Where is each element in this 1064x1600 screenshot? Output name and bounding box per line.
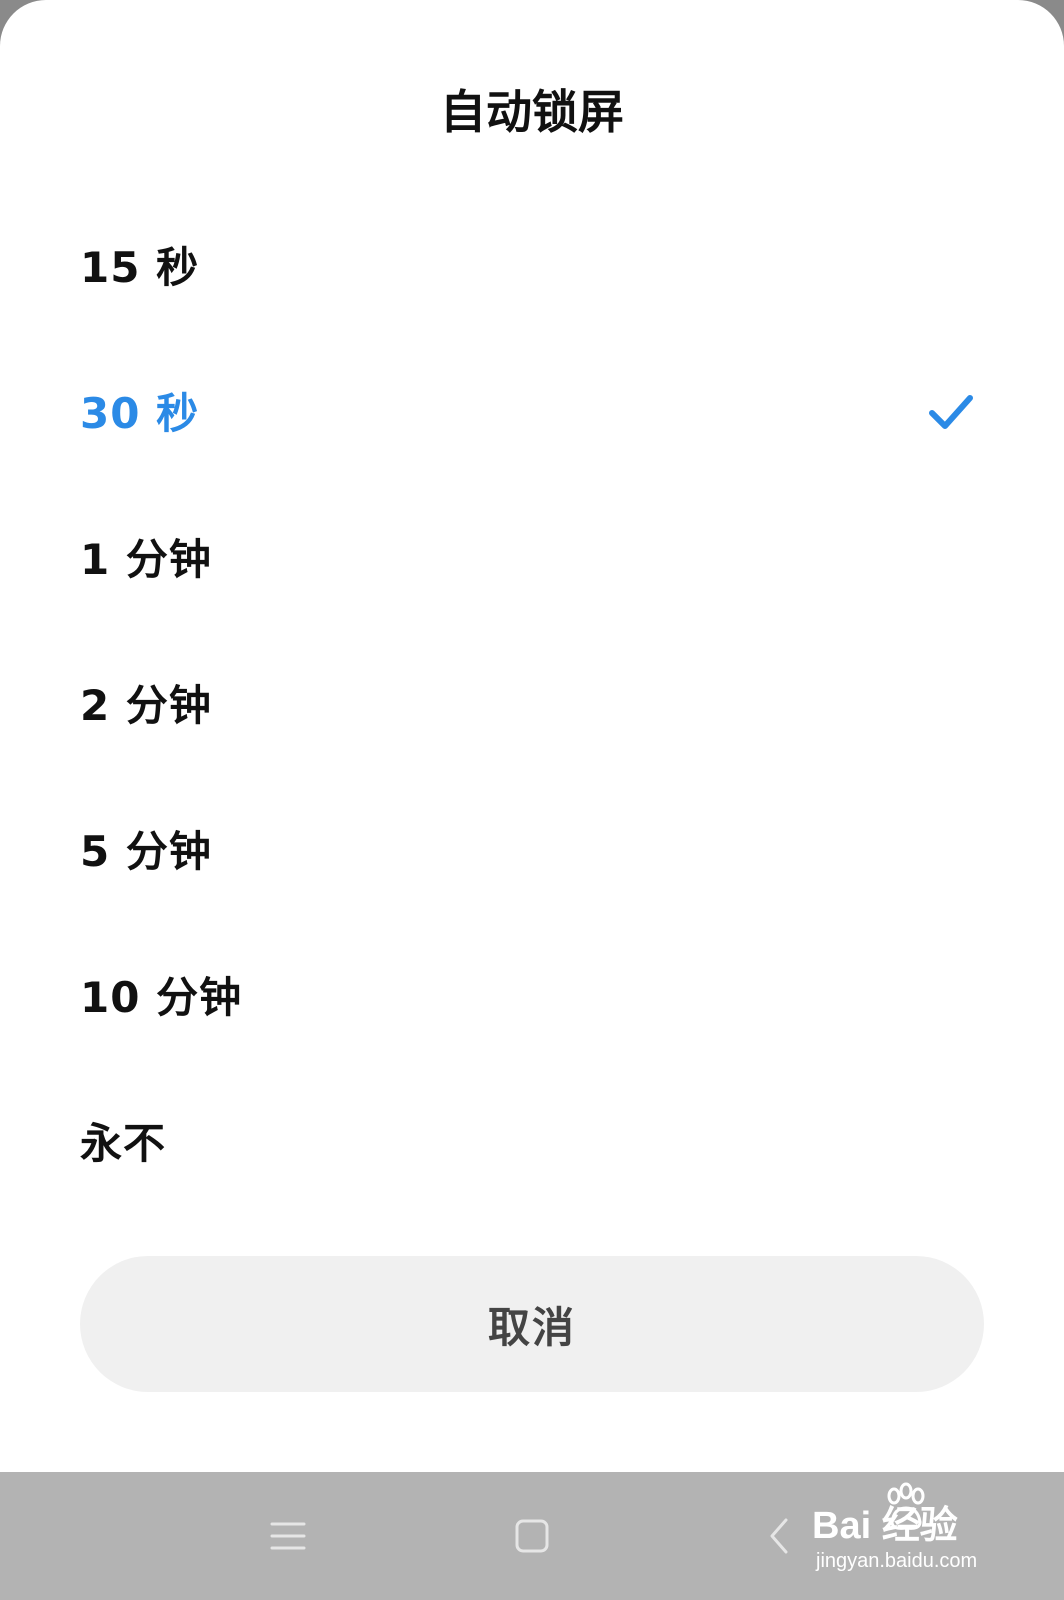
option-never[interactable]: 永不: [0, 1071, 1064, 1217]
option-list: 15 秒 30 秒 1 分钟 2 分钟 5 分钟 10 分钟 永不: [0, 195, 1064, 1217]
option-label: 10 分钟: [80, 973, 243, 1022]
paw-icon: [887, 1482, 925, 1530]
check-icon: [929, 395, 973, 429]
option-label: 30 秒: [80, 389, 200, 438]
lock-screen-dialog: 自动锁屏 15 秒 30 秒 1 分钟 2 分钟 5 分钟 10 分钟 永不 取…: [0, 0, 1064, 1472]
option-label: 2 分钟: [80, 681, 212, 730]
menu-icon[interactable]: [256, 1504, 320, 1568]
option-label: 1 分钟: [80, 535, 212, 584]
option-label: 15 秒: [80, 243, 200, 292]
option-5-minutes[interactable]: 5 分钟: [0, 779, 1064, 925]
option-30-seconds[interactable]: 30 秒: [0, 341, 1064, 487]
option-label: 永不: [80, 1119, 167, 1168]
back-icon[interactable]: [748, 1504, 812, 1568]
watermark-url: jingyan.baidu.com: [816, 1550, 978, 1572]
home-icon[interactable]: [500, 1504, 564, 1568]
navigation-bar: Bai 经验 jingyan.baidu.com: [0, 1472, 1064, 1600]
option-1-minute[interactable]: 1 分钟: [0, 487, 1064, 633]
cancel-button[interactable]: 取消: [80, 1256, 984, 1392]
option-10-minutes[interactable]: 10 分钟: [0, 925, 1064, 1071]
baidu-jingyan-watermark: Bai 经验 jingyan.baidu.com: [812, 1482, 1052, 1592]
option-2-minutes[interactable]: 2 分钟: [0, 633, 1064, 779]
option-15-seconds[interactable]: 15 秒: [0, 195, 1064, 341]
option-label: 5 分钟: [80, 827, 212, 876]
dialog-title: 自动锁屏: [440, 85, 624, 139]
cancel-label: 取消: [487, 1302, 576, 1352]
